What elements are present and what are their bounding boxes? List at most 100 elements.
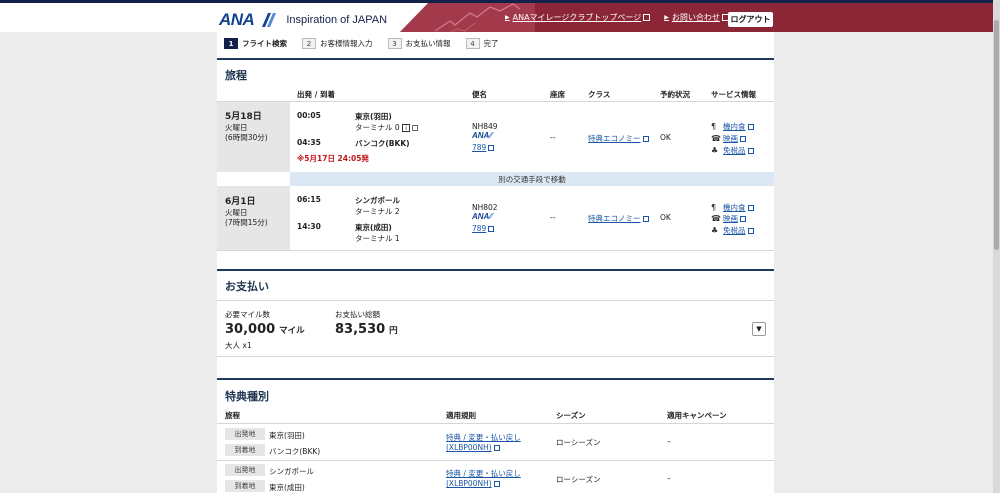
triangle-right-icon: ▶ bbox=[505, 14, 510, 21]
mileage-club-top-link[interactable]: ▶ ANAマイレージクラブトップページ bbox=[505, 12, 651, 23]
arrival-tag: 到着地 bbox=[225, 480, 265, 492]
arrival-tag: 到着地 bbox=[225, 444, 265, 456]
external-link-icon bbox=[747, 123, 754, 130]
segment-date: 5月18日 bbox=[225, 112, 262, 122]
flight-number: NH802 bbox=[472, 203, 498, 212]
col-depart-arrive: 出発 / 到着 bbox=[297, 90, 335, 99]
dep-time: 00:05 bbox=[297, 111, 321, 120]
segment-duration: (7時間15分) bbox=[225, 218, 268, 227]
miles-value: 30,000 bbox=[225, 322, 276, 337]
step-number: 2 bbox=[302, 38, 316, 49]
external-link-icon bbox=[740, 135, 746, 142]
service-dutyfree-link[interactable]: ♣ 免税品 bbox=[711, 225, 754, 236]
segment-date: 6月1日 bbox=[225, 197, 256, 207]
external-link-icon bbox=[747, 227, 754, 234]
award-title: 特典種別 bbox=[225, 390, 269, 403]
total-amount: 83,530 円 bbox=[335, 322, 398, 337]
scrollbar-thumb[interactable] bbox=[994, 20, 999, 250]
carrier-logo: ANA⁄⁄ bbox=[472, 212, 493, 221]
col-class: クラス bbox=[588, 90, 611, 99]
miles-amount: 30,000 マイル bbox=[225, 322, 305, 337]
award-dep: 東京(羽田) bbox=[269, 431, 305, 440]
arr-airport: 東京(成田) bbox=[355, 223, 392, 232]
dep-terminal: ターミナル 0 i bbox=[355, 122, 419, 133]
class-text: 特典エコノミー bbox=[588, 214, 641, 223]
external-link-icon bbox=[642, 136, 649, 142]
service-meal-link[interactable]: ¶ 機内食 bbox=[711, 202, 754, 213]
status-value: OK bbox=[660, 213, 671, 222]
col-campaign: 適用キャンペーン bbox=[667, 411, 727, 420]
arr-time: 04:35 bbox=[297, 138, 321, 147]
transfer-notice: 別の交通手段で移動 bbox=[290, 172, 774, 186]
dep-terminal-text: ターミナル 0 bbox=[355, 123, 400, 132]
service-movie-link[interactable]: ☎ 映画 bbox=[711, 213, 746, 224]
service-meal-link[interactable]: ¶ 機内食 bbox=[711, 121, 754, 132]
total-unit: 円 bbox=[389, 326, 398, 336]
rule-link[interactable]: 特典 / 変更・払い戻し bbox=[446, 468, 521, 479]
row-divider bbox=[217, 460, 774, 461]
logo-stripes-icon bbox=[262, 13, 277, 27]
main-content: 1 フライト検索 2 お客様情報入力 3 お支払い情報 4 完了 旅程 出発 / 到着 … bbox=[217, 32, 774, 493]
section-divider bbox=[217, 58, 774, 60]
award-dep: シンガポール bbox=[269, 467, 314, 476]
aircraft-link[interactable]: 789 bbox=[472, 143, 495, 152]
payment-details-toggle[interactable]: ▼ bbox=[752, 322, 766, 336]
external-link-icon bbox=[747, 204, 754, 211]
rule-code-link[interactable]: (XLBP00NH) bbox=[446, 479, 500, 488]
meal-icon: ¶ bbox=[711, 122, 717, 131]
payment-title: お支払い bbox=[225, 280, 269, 293]
logout-button[interactable]: ログアウト bbox=[728, 12, 773, 27]
external-link-icon bbox=[488, 226, 495, 232]
class-link[interactable]: 特典エコノミー bbox=[588, 133, 649, 144]
itinerary-title: 旅程 bbox=[225, 69, 247, 82]
campaign-value: – bbox=[667, 474, 671, 483]
step-label: 完了 bbox=[483, 39, 499, 48]
movie-icon: ☎ bbox=[711, 134, 721, 143]
aircraft-text: 789 bbox=[472, 143, 487, 152]
logo-text: ANA bbox=[219, 10, 255, 29]
season-value: ローシーズン bbox=[556, 475, 601, 484]
departure-note: ※5月17日 24:05発 bbox=[297, 154, 369, 163]
step-flight-search: 1 フライト検索 bbox=[224, 38, 287, 49]
step-complete: 4 完了 bbox=[465, 38, 499, 49]
external-link-icon bbox=[642, 216, 649, 222]
external-link-icon bbox=[493, 481, 500, 487]
external-link-icon bbox=[412, 125, 419, 131]
rule-link[interactable]: 特典 / 変更・払い戻し bbox=[446, 432, 521, 443]
col-status: 予約状況 bbox=[660, 90, 690, 99]
progress-steps: 1 フライト検索 2 お客様情報入力 3 お支払い情報 4 完了 bbox=[224, 38, 514, 49]
arr-time: 14:30 bbox=[297, 222, 321, 231]
triangle-right-icon: ▶ bbox=[664, 14, 669, 21]
contact-link[interactable]: ▶ お問い合わせ bbox=[664, 12, 729, 23]
step-number: 3 bbox=[387, 38, 402, 49]
top-header-bar: ANA Inspiration of JAPAN ▶ ANAマイレージクラブトップ… bbox=[0, 0, 1000, 32]
aircraft-link[interactable]: 789 bbox=[472, 224, 495, 233]
info-icon[interactable]: i bbox=[402, 124, 411, 132]
ana-logo[interactable]: ANA Inspiration of JAPAN bbox=[219, 10, 387, 30]
dutyfree-icon: ♣ bbox=[711, 226, 719, 235]
movie-icon: ☎ bbox=[711, 214, 721, 223]
segment-duration: (6時間30分) bbox=[225, 133, 268, 142]
step-payment-info: 3 お支払い情報 bbox=[387, 38, 451, 49]
departure-tag: 出発地 bbox=[225, 428, 265, 440]
step-label: フライト検索 bbox=[242, 39, 287, 48]
step-label: お客様情報入力 bbox=[320, 39, 373, 48]
section-divider bbox=[217, 269, 774, 271]
class-link[interactable]: 特典エコノミー bbox=[588, 213, 649, 224]
season-value: ローシーズン bbox=[556, 438, 601, 447]
dep-airport: シンガポール bbox=[355, 196, 400, 205]
miles-unit: マイル bbox=[279, 326, 305, 336]
carrier-logo: ANA⁄⁄ bbox=[472, 131, 493, 140]
carrier-text: ANA bbox=[472, 212, 490, 221]
row-divider bbox=[217, 101, 774, 102]
external-link-icon bbox=[493, 445, 500, 451]
seat-value: -- bbox=[550, 213, 556, 222]
row-divider bbox=[217, 250, 774, 251]
service-movie-link[interactable]: ☎ 映画 bbox=[711, 133, 746, 144]
rule-code-link[interactable]: (XLBP00NH) bbox=[446, 443, 500, 452]
flight-number: NH849 bbox=[472, 122, 498, 131]
rule-code-text: (XLBP00NH) bbox=[446, 443, 492, 452]
service-dutyfree-link[interactable]: ♣ 免税品 bbox=[711, 145, 754, 156]
tagline: Inspiration of JAPAN bbox=[286, 14, 388, 26]
step-label: お支払い情報 bbox=[405, 39, 451, 48]
